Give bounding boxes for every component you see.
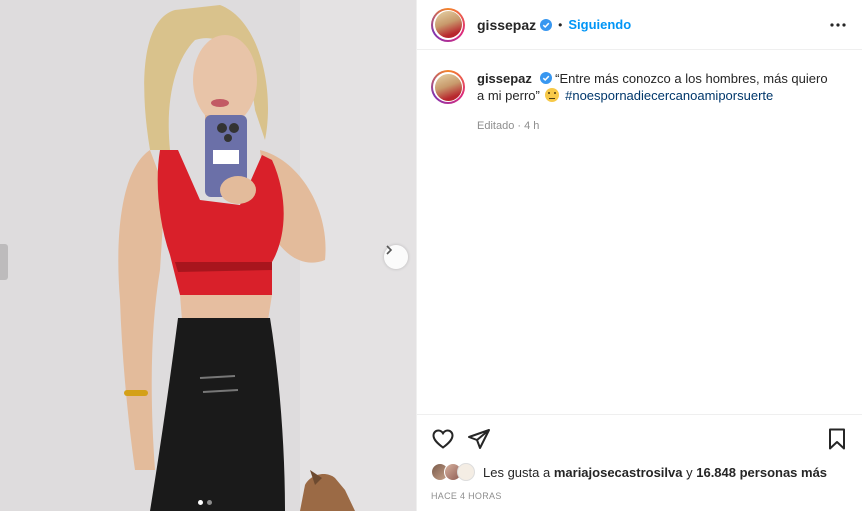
caption-meta: Editado · 4 h xyxy=(477,118,837,135)
following-button[interactable]: Siguiendo xyxy=(568,17,631,32)
likes-prefix: Les gusta a xyxy=(483,464,551,480)
post-header: gissepaz • Siguiendo xyxy=(417,0,862,50)
header-separator: • xyxy=(558,17,563,32)
caption-username[interactable]: gissepaz xyxy=(477,71,532,86)
header-username[interactable]: gissepaz xyxy=(477,17,536,33)
carousel-next-button[interactable] xyxy=(384,245,408,269)
avatar[interactable] xyxy=(431,7,465,42)
time-ago[interactable]: 4 h xyxy=(524,120,539,132)
heart-icon[interactable] xyxy=(431,427,455,451)
post-timestamp: HACE 4 HORAS xyxy=(431,491,502,501)
paper-plane-icon[interactable] xyxy=(467,427,491,451)
caption-avatar[interactable] xyxy=(431,70,465,104)
carousel-indicator xyxy=(198,500,212,505)
photo-illustration xyxy=(0,0,416,511)
likes-count[interactable]: 16.848 personas más xyxy=(696,465,827,480)
meta-separator: · xyxy=(517,120,522,132)
verified-badge-icon xyxy=(540,18,553,31)
comments-area: gissepaz “Entre más conozco a los hombre… xyxy=(417,50,862,414)
more-options-button[interactable] xyxy=(828,16,848,34)
edited-label: Editado xyxy=(477,120,515,132)
verified-badge-icon xyxy=(539,72,552,84)
post-photo[interactable] xyxy=(0,0,416,511)
liker-avatar xyxy=(457,463,475,481)
caption: gissepaz “Entre más conozco a los hombre… xyxy=(431,70,848,135)
chevron-right-icon xyxy=(386,245,393,255)
bookmark-icon[interactable] xyxy=(825,427,849,451)
hashtag-link[interactable]: #noespornadiecercanoamiporsuerte xyxy=(565,88,773,103)
post-side-panel: gissepaz • Siguiendo gissepaz “Entre más… xyxy=(416,0,862,511)
edge-handle xyxy=(0,244,8,280)
carousel-dot xyxy=(207,500,212,505)
likes-summary: Les gusta a mariajosecastrosilva y 16.84… xyxy=(431,463,849,481)
likes-mid: y xyxy=(686,464,693,480)
action-bar xyxy=(431,427,849,451)
smiling-face-emoji-icon xyxy=(545,88,560,102)
post-actions: Les gusta a mariajosecastrosilva y 16.84… xyxy=(417,414,862,501)
carousel-dot-active xyxy=(198,500,203,505)
liker-username[interactable]: mariajosecastrosilva xyxy=(554,465,683,480)
liker-avatars[interactable] xyxy=(431,463,475,481)
more-options-icon xyxy=(830,23,846,27)
